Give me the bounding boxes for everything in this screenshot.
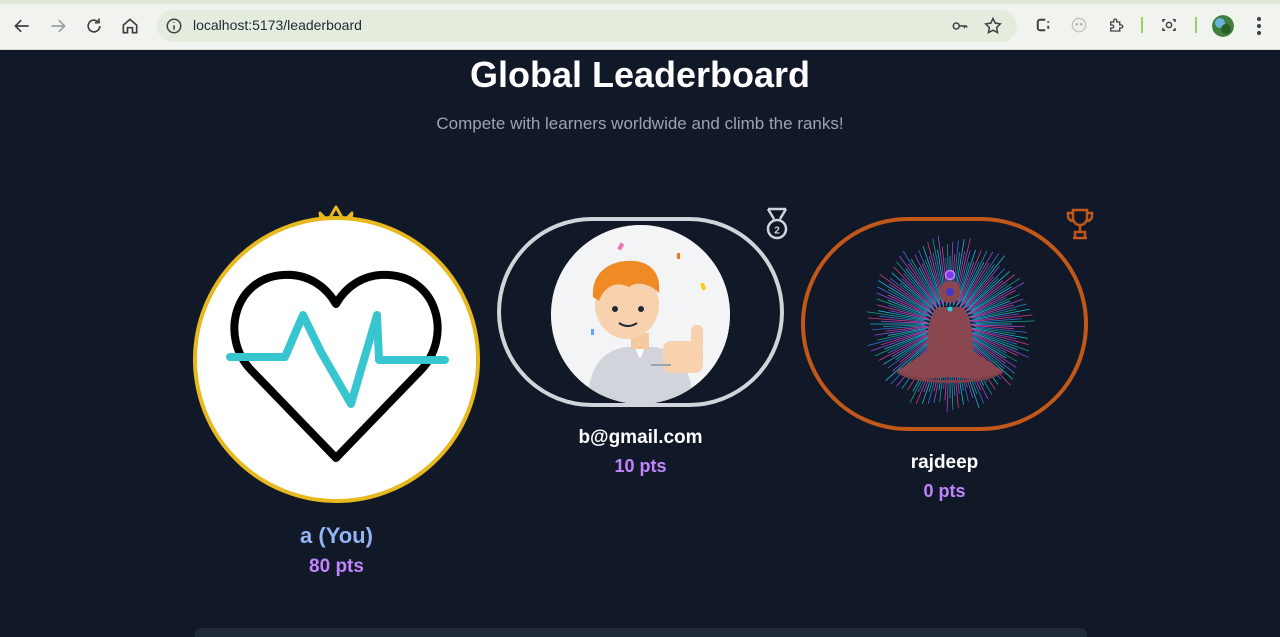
home-icon — [122, 18, 138, 34]
leaderboard-name-first: a (You) — [300, 523, 373, 548]
extensions-puzzle-icon[interactable] — [1106, 15, 1126, 35]
leaderboard-points-third: 0 pts — [923, 481, 966, 501]
page-title: Global Leaderboard — [469, 54, 811, 95]
leaderboard-page: Global Leaderboard Compete with learners… — [0, 50, 1280, 637]
leaderboard-table-top-edge — [195, 628, 1087, 637]
leaderboard-avatar-second[interactable] — [497, 217, 784, 407]
site-info-icon[interactable] — [165, 17, 183, 35]
url-text[interactable]: localhost:5173/leaderboard — [193, 17, 362, 33]
back-arrow-icon — [14, 19, 29, 33]
extension-copilot-icon[interactable] — [1033, 15, 1053, 35]
back-button[interactable] — [9, 13, 35, 39]
medal-icon: 2 — [766, 207, 788, 240]
leaderboard-points-second: 10 pts — [614, 456, 667, 476]
extension-face-icon[interactable] — [1069, 15, 1089, 35]
svg-text:2: 2 — [774, 226, 780, 237]
toolbar-divider — [1195, 17, 1197, 33]
address-bar[interactable]: localhost:5173/leaderboard — [157, 10, 1017, 42]
heartbeat-avatar-icon — [226, 270, 449, 462]
reload-icon — [87, 18, 101, 33]
tab-strip — [0, 0, 1280, 4]
page-subtitle: Compete with learners worldwide and clim… — [436, 114, 844, 133]
screenshot-lens-icon[interactable] — [1159, 15, 1179, 35]
cartoon-boy-avatar — [551, 225, 730, 403]
forward-button[interactable] — [45, 13, 71, 39]
forward-arrow-icon — [51, 19, 66, 33]
profile-avatar[interactable] — [1212, 15, 1234, 37]
password-key-icon[interactable] — [950, 17, 970, 35]
toolbar-divider — [1141, 17, 1143, 33]
leaderboard-name-third: rajdeep — [910, 452, 979, 473]
browser-toolbar: localhost:5173/leaderboard — [0, 0, 1280, 50]
home-button[interactable] — [117, 13, 143, 39]
leaderboard-avatar-first[interactable] — [193, 216, 480, 503]
leaderboard-points-first: 80 pts — [309, 556, 364, 577]
leaderboard-name-second: b@gmail.com — [578, 427, 703, 448]
reload-button[interactable] — [81, 13, 107, 39]
trophy-icon — [1066, 208, 1094, 240]
leaderboard-avatar-third[interactable] — [801, 217, 1088, 431]
browser-menu-icon[interactable] — [1252, 15, 1266, 37]
meditation-avatar-icon — [866, 235, 1035, 413]
bookmark-star-icon[interactable] — [983, 16, 1003, 36]
